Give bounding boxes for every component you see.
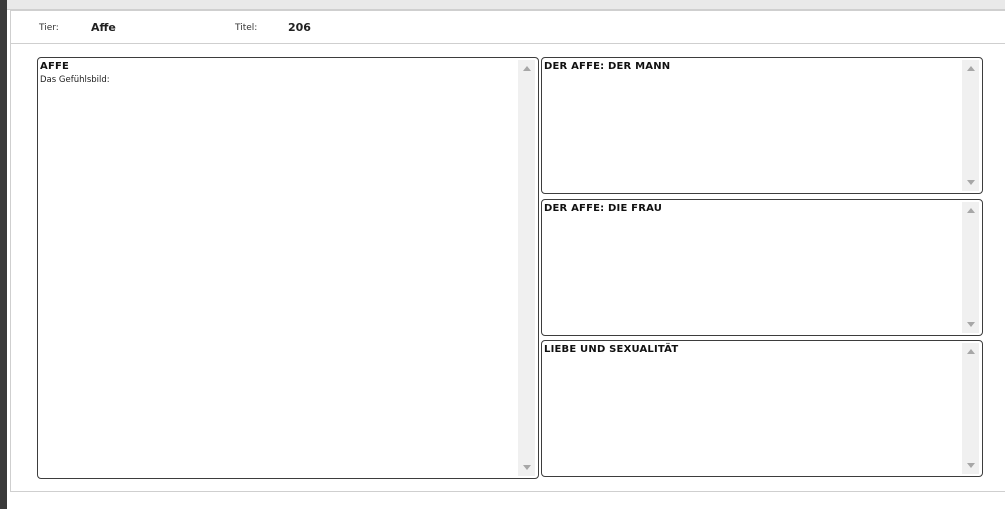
- scroll-up-icon[interactable]: [967, 349, 975, 354]
- frau-title: DER AFFE: DIE FRAU: [544, 203, 663, 214]
- affe-subtitle: Das Gefühlsbild:: [40, 75, 110, 85]
- tier-value: Affe: [91, 21, 116, 34]
- mann-scrollbar[interactable]: [962, 60, 979, 191]
- affe-scrollbar[interactable]: [518, 60, 535, 476]
- affe-textarea[interactable]: AFFE Das Gefühlsbild:: [37, 57, 539, 479]
- affe-title: AFFE: [40, 61, 70, 72]
- scroll-up-icon[interactable]: [523, 66, 531, 71]
- mann-title: DER AFFE: DER MANN: [544, 61, 671, 72]
- top-strip: [7, 0, 1005, 10]
- liebe-scrollbar[interactable]: [962, 343, 979, 474]
- frau-scrollbar[interactable]: [962, 202, 979, 333]
- scroll-down-icon[interactable]: [523, 465, 531, 470]
- scroll-down-icon[interactable]: [967, 322, 975, 327]
- window-edge: [0, 0, 7, 509]
- mann-textarea[interactable]: DER AFFE: DER MANN: [541, 57, 983, 194]
- titel-value: 206: [288, 21, 311, 34]
- tier-label: Tier:: [39, 23, 59, 33]
- liebe-textarea[interactable]: LIEBE UND SEXUALITÄT: [541, 340, 983, 477]
- liebe-title: LIEBE UND SEXUALITÄT: [544, 344, 679, 355]
- scroll-up-icon[interactable]: [967, 66, 975, 71]
- header-row: Tier: Affe Titel: 206: [11, 11, 1005, 44]
- scroll-down-icon[interactable]: [967, 463, 975, 468]
- frau-textarea[interactable]: DER AFFE: DIE FRAU: [541, 199, 983, 336]
- titel-label: Titel:: [235, 23, 258, 33]
- scroll-up-icon[interactable]: [967, 208, 975, 213]
- scroll-down-icon[interactable]: [967, 180, 975, 185]
